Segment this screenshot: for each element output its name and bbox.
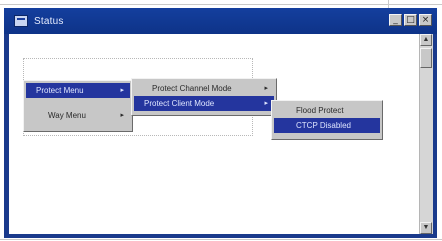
window-title: Status [34, 15, 64, 27]
status-window: Status _ □ × Protect Menu ▸ Way Menu ▸ P… [4, 8, 437, 238]
client-mode-submenu: Flood Protect CTCP Disabled [271, 100, 383, 140]
menu-item-label: Protect Client Mode [144, 99, 215, 108]
submenu-arrow-icon: ▸ [120, 87, 124, 94]
menu-item-label: Protect Menu [36, 86, 84, 95]
close-button[interactable]: × [419, 14, 432, 26]
minimize-button[interactable]: _ [389, 14, 402, 26]
menu-item-label: Way Menu [48, 111, 86, 120]
window-client-area: Protect Menu ▸ Way Menu ▸ Protect Channe… [9, 34, 433, 234]
menu-item-flood-protect[interactable]: Flood Protect [274, 103, 380, 118]
menu-item-protect-channel-mode[interactable]: Protect Channel Mode ▸ [134, 81, 274, 96]
bg-rule [0, 4, 442, 5]
protect-submenu: Protect Channel Mode ▸ Protect Client Mo… [131, 78, 277, 116]
menu-item-label: Protect Channel Mode [152, 84, 232, 93]
vertical-scrollbar[interactable]: ▲ ▼ [419, 34, 433, 234]
menu-item-label: Flood Protect [296, 106, 344, 115]
menu-item-ctcp-disabled[interactable]: CTCP Disabled [274, 118, 380, 133]
maximize-button[interactable]: □ [404, 14, 417, 26]
app-icon [14, 15, 28, 27]
scroll-thumb[interactable] [420, 48, 432, 68]
scroll-down-icon[interactable]: ▼ [420, 222, 432, 234]
submenu-arrow-icon: ▸ [120, 112, 124, 119]
menu-item-protect-client-mode[interactable]: Protect Client Mode ▸ [134, 96, 274, 111]
menu-item-protect-menu[interactable]: Protect Menu ▸ [26, 83, 130, 98]
scroll-up-icon[interactable]: ▲ [420, 34, 432, 46]
submenu-arrow-icon: ▸ [264, 100, 268, 107]
title-bar[interactable]: Status _ □ × [4, 8, 437, 34]
bg-rule [0, 239, 442, 240]
submenu-arrow-icon: ▸ [264, 85, 268, 92]
root-menu: Protect Menu ▸ Way Menu ▸ [23, 80, 133, 132]
window-controls: _ □ × [389, 14, 432, 26]
menu-item-way-menu[interactable]: Way Menu ▸ [26, 108, 130, 123]
menu-item-label: CTCP Disabled [296, 121, 351, 130]
